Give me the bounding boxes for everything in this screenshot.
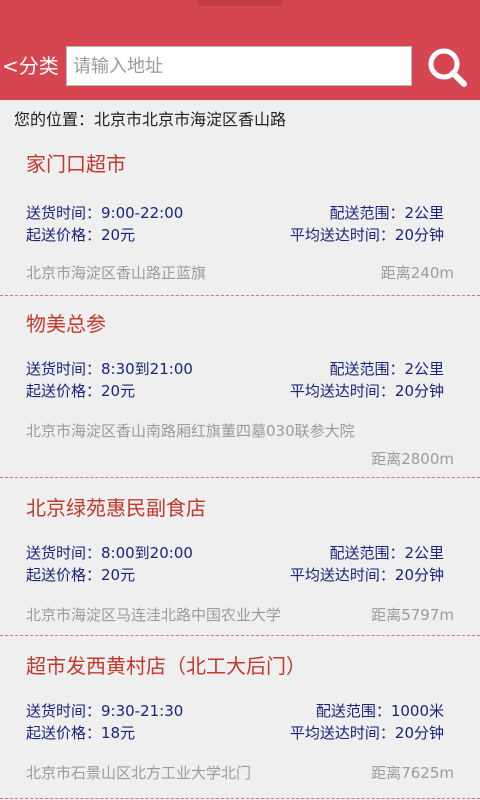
delivery-range: 配送范围：2公里 — [329, 544, 444, 562]
store-item[interactable]: 家门口超市 送货时间：9:00-22:00 起送价格：20元 配送范围：2公里 … — [0, 140, 480, 296]
delivery-time: 送货时间：9:00-22:00 — [26, 204, 184, 222]
min-price: 起送价格：20元 — [26, 226, 136, 244]
divider — [0, 798, 480, 799]
delivery-time: 送货时间：8:30到21:00 — [26, 360, 193, 378]
store-name: 超市发西黄村店（北工大后门） — [26, 654, 306, 678]
avg-delivery-time: 平均送达时间：20分钟 — [289, 382, 444, 400]
avg-delivery-time: 平均送达时间：20分钟 — [289, 566, 444, 584]
store-address: 北京市海淀区香山路正蓝旗 — [26, 264, 207, 282]
store-distance: 距离5797m — [371, 606, 454, 624]
search-button[interactable] — [424, 44, 470, 90]
back-category-button[interactable]: <分类 — [2, 52, 59, 80]
address-search-field[interactable] — [66, 46, 412, 86]
address-input[interactable] — [67, 47, 411, 85]
store-address: 北京市海淀区香山南路厢红旗董四墓030联参大院 — [26, 422, 355, 440]
store-distance: 距离7625m — [371, 764, 454, 782]
delivery-time: 送货时间：9:30-21:30 — [26, 702, 184, 720]
avg-delivery-time: 平均送达时间：20分钟 — [289, 226, 444, 244]
store-distance: 距离240m — [380, 264, 454, 282]
search-icon — [428, 48, 467, 87]
avg-delivery-time: 平均送达时间：20分钟 — [289, 724, 444, 742]
store-address: 北京市海淀区马连洼北路中国农业大学 — [26, 606, 282, 624]
min-price: 起送价格：18元 — [26, 724, 136, 742]
delivery-time: 送货时间：8:00到20:00 — [26, 544, 193, 562]
delivery-range: 配送范围：1000米 — [315, 702, 444, 720]
store-item[interactable]: 北京绿苑惠民副食店 送货时间：8:00到20:00 起送价格：20元 配送范围：… — [0, 478, 480, 636]
delivery-range: 配送范围：2公里 — [329, 204, 444, 222]
min-price: 起送价格：20元 — [26, 382, 136, 400]
top-bar: <分类 — [0, 0, 480, 100]
store-item[interactable]: 超市发西黄村店（北工大后门） 送货时间：9:30-21:30 起送价格：18元 … — [0, 636, 480, 800]
store-address: 北京市石景山区北方工业大学北门 — [26, 764, 252, 782]
store-item[interactable]: 物美总参 送货时间：8:30到21:00 起送价格：20元 配送范围：2公里 平… — [0, 296, 480, 478]
status-bar — [0, 0, 480, 32]
store-name: 家门口超市 — [26, 152, 126, 176]
store-distance: 距离2800m — [371, 450, 454, 468]
min-price: 起送价格：20元 — [26, 566, 136, 584]
store-name: 北京绿苑惠民副食店 — [26, 496, 206, 520]
current-location: 您的位置：北京市北京市海淀区香山路 — [14, 110, 287, 129]
delivery-range: 配送范围：2公里 — [329, 360, 444, 378]
store-name: 物美总参 — [26, 312, 106, 336]
